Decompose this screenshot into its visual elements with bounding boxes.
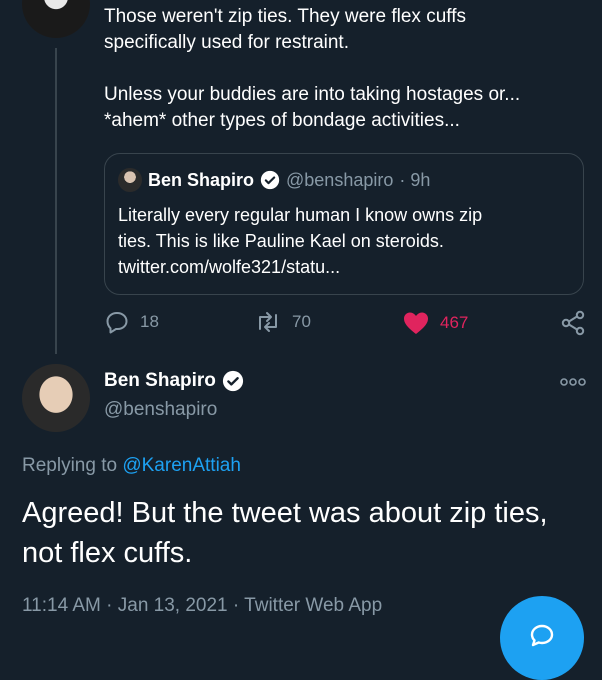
verified-badge-icon — [222, 370, 243, 392]
verified-badge-icon — [260, 170, 280, 190]
parent-tweet-line-2: specifically used for restraint. — [104, 32, 349, 53]
author-name-row[interactable]: Ben Shapiro — [104, 370, 244, 392]
share-icon — [561, 310, 585, 336]
parent-tweet-line-1: Those weren't zip ties. They were flex c… — [104, 6, 466, 27]
replying-to-prefix: Replying to — [22, 455, 118, 476]
quoted-author-avatar[interactable] — [118, 168, 142, 192]
parent-author-avatar[interactable] — [22, 0, 90, 38]
quoted-tweet-line-2: ties. This is like Pauline Kael on stero… — [118, 231, 444, 251]
like-button[interactable]: 467 — [402, 310, 468, 336]
quoted-tweet-header: Ben Shapiro @benshapiro · 9h — [118, 168, 430, 192]
parent-tweet-line-3: Unless your buddies are into taking host… — [104, 84, 521, 105]
reply-icon — [106, 312, 128, 334]
compose-icon — [530, 624, 554, 647]
parent-tweet-actions: 18 70 467 — [104, 310, 586, 336]
more-icon — [560, 378, 586, 386]
main-tweet-line-1: Agreed! But the tweet was about zip ties… — [22, 497, 548, 529]
quoted-tweet-body: Literally every regular human I know own… — [118, 202, 568, 280]
main-tweet-line-2: not flex cuffs. — [22, 537, 193, 569]
author-handle[interactable]: @benshapiro — [104, 399, 217, 421]
compose-button[interactable] — [500, 596, 584, 680]
main-tweet-text: Agreed! But the tweet was about zip ties… — [22, 493, 597, 573]
heart-icon — [404, 312, 428, 334]
quoted-tweet-link[interactable]: twitter.com/wolfe321/statu... — [118, 254, 568, 280]
more-options-button[interactable] — [560, 375, 586, 394]
retweet-count: 70 — [292, 312, 311, 331]
share-button[interactable] — [560, 310, 586, 336]
tweet-timestamp-source: 11:14 AM · Jan 13, 2021 · Twitter Web Ap… — [22, 595, 383, 616]
author-name[interactable]: Ben Shapiro — [104, 370, 216, 392]
thread-connector-line — [55, 48, 57, 354]
author-avatar[interactable] — [22, 364, 90, 432]
like-count: 467 — [440, 313, 469, 332]
parent-tweet-text: Those weren't zip ties. They were flex c… — [104, 4, 584, 160]
quoted-tweet-time: · 9h — [399, 169, 431, 190]
parent-tweet-line-4: *ahem* other types of bondage activities… — [104, 110, 460, 131]
replying-to-line: Replying to @KarenAttiah — [22, 455, 241, 477]
reply-count: 18 — [140, 312, 159, 331]
reply-button[interactable]: 18 — [104, 310, 159, 334]
quoted-author-handle[interactable]: @benshapiro — [286, 170, 393, 191]
replying-to-mention[interactable]: @KarenAttiah — [122, 455, 241, 476]
retweet-icon — [259, 312, 277, 332]
quoted-author-name[interactable]: Ben Shapiro — [148, 170, 254, 191]
quoted-tweet-line-1: Literally every regular human I know own… — [118, 205, 483, 225]
retweet-button[interactable]: 70 — [254, 310, 311, 334]
